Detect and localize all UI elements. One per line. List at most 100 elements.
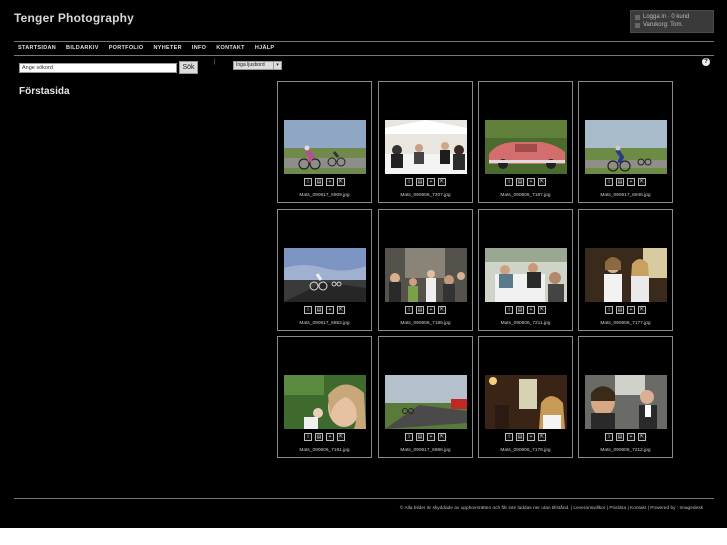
details-icon[interactable]: ▤ bbox=[616, 178, 624, 186]
help-icon[interactable]: ? bbox=[702, 58, 710, 66]
details-icon[interactable]: ▤ bbox=[616, 306, 624, 314]
thumbnail-image[interactable] bbox=[284, 375, 366, 429]
search-button[interactable]: Sök bbox=[179, 61, 198, 74]
thumbnail-image[interactable] bbox=[284, 248, 366, 302]
info-icon[interactable]: i bbox=[304, 433, 312, 441]
thumbnail-image[interactable] bbox=[485, 248, 567, 302]
details-icon[interactable]: ▤ bbox=[315, 433, 323, 441]
thumbnail-card[interactable]: i ▤ + ⇱ Mats_090606_7191.jpg bbox=[277, 336, 372, 458]
add-to-lightbox-icon[interactable]: + bbox=[627, 178, 635, 186]
thumbnail-tools: i ▤ + ⇱ bbox=[479, 306, 572, 314]
thumbnail-tools: i ▤ + ⇱ bbox=[278, 306, 371, 314]
info-icon[interactable]: i bbox=[405, 433, 413, 441]
info-icon[interactable]: i bbox=[405, 178, 413, 186]
enlarge-icon[interactable]: ⇱ bbox=[337, 433, 345, 441]
details-icon[interactable]: ▤ bbox=[616, 433, 624, 441]
nav-item-info[interactable]: INFO bbox=[187, 45, 211, 51]
thumbnail-filename: Mats_090617_6853.jpg bbox=[299, 321, 350, 326]
enlarge-icon[interactable]: ⇱ bbox=[638, 306, 646, 314]
thumbnail-card[interactable]: i ▤ + ⇱ Mats_090606_7212.jpg bbox=[578, 336, 673, 458]
thumbnail-filename: Mats_090617_6909.jpg bbox=[299, 193, 350, 198]
enlarge-icon[interactable]: ⇱ bbox=[538, 306, 546, 314]
search-input[interactable]: Ange sökord bbox=[19, 63, 177, 73]
cart-link[interactable]: Varukorg: Tom. bbox=[635, 21, 709, 29]
add-to-lightbox-icon[interactable]: + bbox=[627, 433, 635, 441]
thumbnail-card[interactable]: i ▤ + ⇱ Mats_090606_7178.jpg bbox=[478, 336, 573, 458]
enlarge-icon[interactable]: ⇱ bbox=[438, 433, 446, 441]
add-to-lightbox-icon[interactable]: + bbox=[527, 306, 535, 314]
enlarge-icon[interactable]: ⇱ bbox=[538, 433, 546, 441]
thumbnail-card[interactable]: i ▤ + ⇱ Mats_090617_6948.jpg bbox=[578, 81, 673, 203]
thumbnail-card[interactable]: i ▤ + ⇱ Mats_090606_7189.jpg bbox=[378, 209, 473, 331]
thumbnail-filename: Mats_090606_7212.jpg bbox=[600, 448, 651, 453]
add-to-lightbox-icon[interactable]: + bbox=[326, 306, 334, 314]
site-title[interactable]: Tenger Photography bbox=[14, 11, 134, 25]
info-icon[interactable]: i bbox=[605, 178, 613, 186]
nav-item-portfolio[interactable]: PORTFOLIO bbox=[104, 45, 149, 51]
add-to-lightbox-icon[interactable]: + bbox=[527, 178, 535, 186]
thumbnail-image[interactable] bbox=[585, 120, 667, 174]
thumbnail-filename: Mats_090606_7191.jpg bbox=[299, 448, 350, 453]
thumbnail-image[interactable] bbox=[385, 120, 467, 174]
nav-item-hjalp[interactable]: HJÄLP bbox=[250, 45, 280, 51]
cart-text[interactable]: Varukorg: Tom. bbox=[643, 21, 683, 29]
thumbnail-tools: i ▤ + ⇱ bbox=[278, 433, 371, 441]
thumbnail-image[interactable] bbox=[385, 248, 467, 302]
thumbnail-image[interactable] bbox=[385, 375, 467, 429]
add-to-lightbox-icon[interactable]: + bbox=[527, 433, 535, 441]
thumbnail-filename: Mats_090606_7207.jpg bbox=[400, 193, 451, 198]
thumbnail-image[interactable] bbox=[585, 375, 667, 429]
thumbnail-card[interactable]: i ▤ + ⇱ Mats_090606_7211.jpg bbox=[478, 209, 573, 331]
login-text[interactable]: Logga in · 0 kund bbox=[643, 13, 689, 21]
thumbnail-card[interactable]: i ▤ + ⇱ Mats_090617_6866.jpg bbox=[378, 336, 473, 458]
info-icon[interactable]: i bbox=[505, 306, 513, 314]
add-to-lightbox-icon[interactable]: + bbox=[427, 178, 435, 186]
nav-item-startsidan[interactable]: STARTSIDAN bbox=[14, 45, 61, 51]
thumbnail-image[interactable] bbox=[485, 375, 567, 429]
details-icon[interactable]: ▤ bbox=[416, 178, 424, 186]
details-icon[interactable]: ▤ bbox=[315, 306, 323, 314]
footer-divider bbox=[14, 498, 714, 499]
header-divider bbox=[14, 41, 714, 42]
details-icon[interactable]: ▤ bbox=[416, 433, 424, 441]
details-icon[interactable]: ▤ bbox=[516, 306, 524, 314]
thumbnail-card[interactable]: i ▤ + ⇱ Mats_090606_7177.jpg bbox=[578, 209, 673, 331]
enlarge-icon[interactable]: ⇱ bbox=[337, 178, 345, 186]
thumbnail-image[interactable] bbox=[284, 120, 366, 174]
add-to-lightbox-icon[interactable]: + bbox=[326, 178, 334, 186]
info-icon[interactable]: i bbox=[505, 433, 513, 441]
info-icon[interactable]: i bbox=[304, 306, 312, 314]
thumbnail-card[interactable]: i ▤ + ⇱ Mats_090606_7207.jpg bbox=[378, 81, 473, 203]
enlarge-icon[interactable]: ⇱ bbox=[337, 306, 345, 314]
details-icon[interactable]: ▤ bbox=[315, 178, 323, 186]
add-to-lightbox-icon[interactable]: + bbox=[326, 433, 334, 441]
add-to-lightbox-icon[interactable]: + bbox=[427, 306, 435, 314]
details-icon[interactable]: ▤ bbox=[416, 306, 424, 314]
enlarge-icon[interactable]: ⇱ bbox=[538, 178, 546, 186]
info-icon[interactable]: i bbox=[605, 433, 613, 441]
thumbnail-image[interactable] bbox=[585, 248, 667, 302]
info-icon[interactable]: i bbox=[605, 306, 613, 314]
enlarge-icon[interactable]: ⇱ bbox=[638, 178, 646, 186]
details-icon[interactable]: ▤ bbox=[516, 178, 524, 186]
nav-item-bildarkiv[interactable]: BILDARKIV bbox=[61, 45, 104, 51]
thumbnail-image[interactable] bbox=[485, 120, 567, 174]
info-icon[interactable]: i bbox=[405, 306, 413, 314]
thumbnail-card[interactable]: i ▤ + ⇱ Mats_090617_6909.jpg bbox=[277, 81, 372, 203]
add-to-lightbox-icon[interactable]: + bbox=[427, 433, 435, 441]
enlarge-icon[interactable]: ⇱ bbox=[438, 306, 446, 314]
details-icon[interactable]: ▤ bbox=[516, 433, 524, 441]
info-icon[interactable]: i bbox=[304, 178, 312, 186]
thumbnail-card[interactable]: i ▤ + ⇱ Mats_090617_6853.jpg bbox=[277, 209, 372, 331]
add-to-lightbox-icon[interactable]: + bbox=[627, 306, 635, 314]
lightbox-select[interactable]: Inga ljusbord ▾ bbox=[233, 61, 282, 70]
login-link[interactable]: Logga in · 0 kund bbox=[635, 13, 709, 21]
enlarge-icon[interactable]: ⇱ bbox=[638, 433, 646, 441]
nav-item-nyheter[interactable]: NYHETER bbox=[149, 45, 187, 51]
nav-item-kontakt[interactable]: KONTAKT bbox=[211, 45, 250, 51]
page-title: Förstasida bbox=[19, 86, 70, 97]
info-icon[interactable]: i bbox=[505, 178, 513, 186]
enlarge-icon[interactable]: ⇱ bbox=[438, 178, 446, 186]
chevron-down-icon[interactable]: ▾ bbox=[273, 62, 281, 69]
thumbnail-card[interactable]: i ▤ + ⇱ Mats_090606_7187.jpg bbox=[478, 81, 573, 203]
